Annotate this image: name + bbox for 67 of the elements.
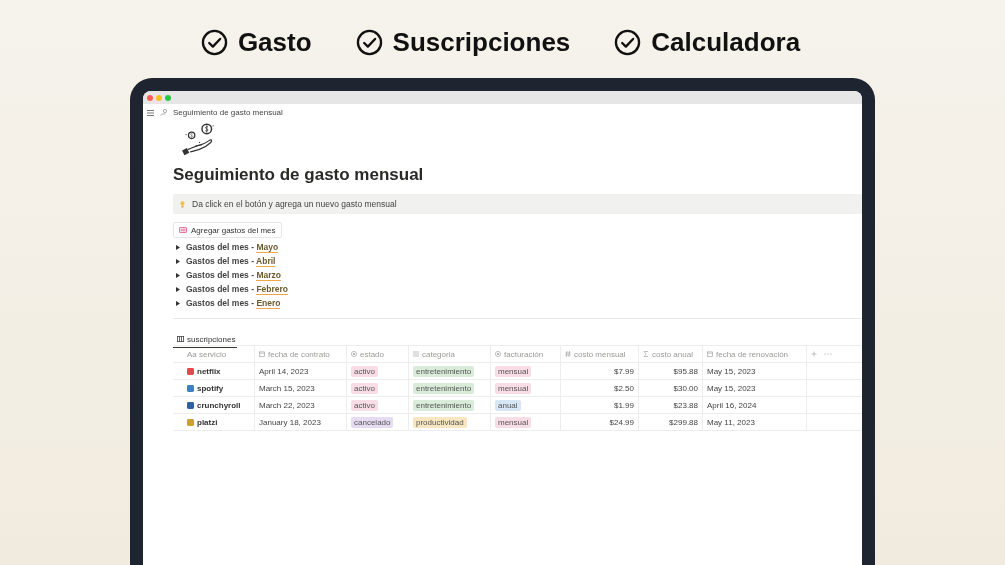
table-cell: April 14, 2023 (259, 366, 309, 376)
toggle-triangle-icon[interactable] (176, 286, 180, 292)
minimize-dot[interactable] (156, 94, 162, 101)
toggle-triangle-icon[interactable] (176, 258, 180, 264)
sum-icon (643, 351, 649, 357)
table-cell: January 18, 2023 (259, 417, 321, 427)
table-cell: $2.50 (613, 383, 634, 393)
table-cell: May 11, 2023 (707, 417, 755, 427)
status-icon (495, 351, 501, 357)
headline-text: Suscripciones (392, 26, 571, 58)
check-circle-icon (200, 28, 228, 56)
service-name[interactable]: crunchyroll (197, 400, 241, 410)
table-cell: $1.99 (613, 400, 634, 410)
page-title: Seguimiento de gasto mensual (173, 164, 425, 186)
table-cell: $95.88 (673, 366, 698, 376)
database-tab[interactable]: suscripciones (173, 332, 238, 348)
toggle-label[interactable]: Gastos del mes - Febrero (186, 284, 289, 294)
callout-text: Da click en el botón y agrega un nuevo gasto mensual (192, 199, 397, 209)
table-cell: April 16, 2024 (707, 400, 757, 410)
calendar-icon (707, 351, 713, 357)
table-cell: $299.88 (669, 417, 698, 427)
table-cell: $7.99 (613, 366, 634, 376)
check-circle-icon (355, 28, 383, 56)
breadcrumb[interactable]: Seguimiento de gasto mensual (173, 108, 283, 117)
tag: mensual (495, 416, 532, 428)
service-name[interactable]: netflix (197, 366, 221, 376)
table-icon (177, 336, 184, 342)
check-circle-icon (614, 28, 642, 56)
table-cell: $24.99 (609, 417, 634, 427)
table-cell: $30.00 (673, 383, 698, 393)
tag: entretenimiento (413, 399, 475, 411)
toggle-label[interactable]: Gastos del mes - Marzo (186, 270, 281, 280)
headline-text: Gasto (237, 26, 312, 58)
tag: entretenimiento (413, 382, 475, 394)
tag: activo (351, 365, 378, 377)
number-icon (565, 351, 571, 357)
add-expenses-button[interactable]: Agregar gastos del mes (173, 222, 282, 238)
status-icon (351, 351, 357, 357)
list-icon (413, 351, 419, 357)
tag: productividad (413, 416, 467, 428)
tag: mensual (495, 365, 532, 377)
table-cell: March 15, 2023 (259, 383, 315, 393)
close-dot[interactable] (147, 94, 153, 101)
tag: activo (351, 382, 378, 394)
toggle-triangle-icon[interactable] (176, 244, 180, 250)
table-cell: May 15, 2023 (707, 383, 756, 393)
service-name[interactable]: platzi (197, 417, 218, 427)
table-cell: $23.88 (673, 400, 698, 410)
headline-text: Calculadora (651, 26, 801, 58)
table-cell: March 22, 2023 (259, 400, 315, 410)
lightbulb-icon (180, 200, 185, 208)
tag: activo (351, 399, 378, 411)
tag: cancelado (351, 416, 394, 428)
maximize-dot[interactable] (165, 94, 171, 101)
toggle-triangle-icon[interactable] (176, 300, 180, 306)
calendar-icon (259, 351, 265, 357)
toggle-label[interactable]: Gastos del mes - Abril (186, 256, 276, 266)
tag: anual (495, 399, 521, 411)
tag: mensual (495, 382, 532, 394)
menu-icon[interactable] (147, 109, 154, 116)
toggle-triangle-icon[interactable] (176, 272, 180, 278)
tag: entretenimiento (413, 365, 475, 377)
toggle-label[interactable]: Gastos del mes - Mayo (186, 242, 279, 252)
table-cell: May 15, 2023 (707, 366, 756, 376)
service-name[interactable]: spotify (197, 383, 224, 393)
toggle-label[interactable]: Gastos del mes - Enero (186, 298, 281, 308)
button-icon (179, 227, 187, 233)
